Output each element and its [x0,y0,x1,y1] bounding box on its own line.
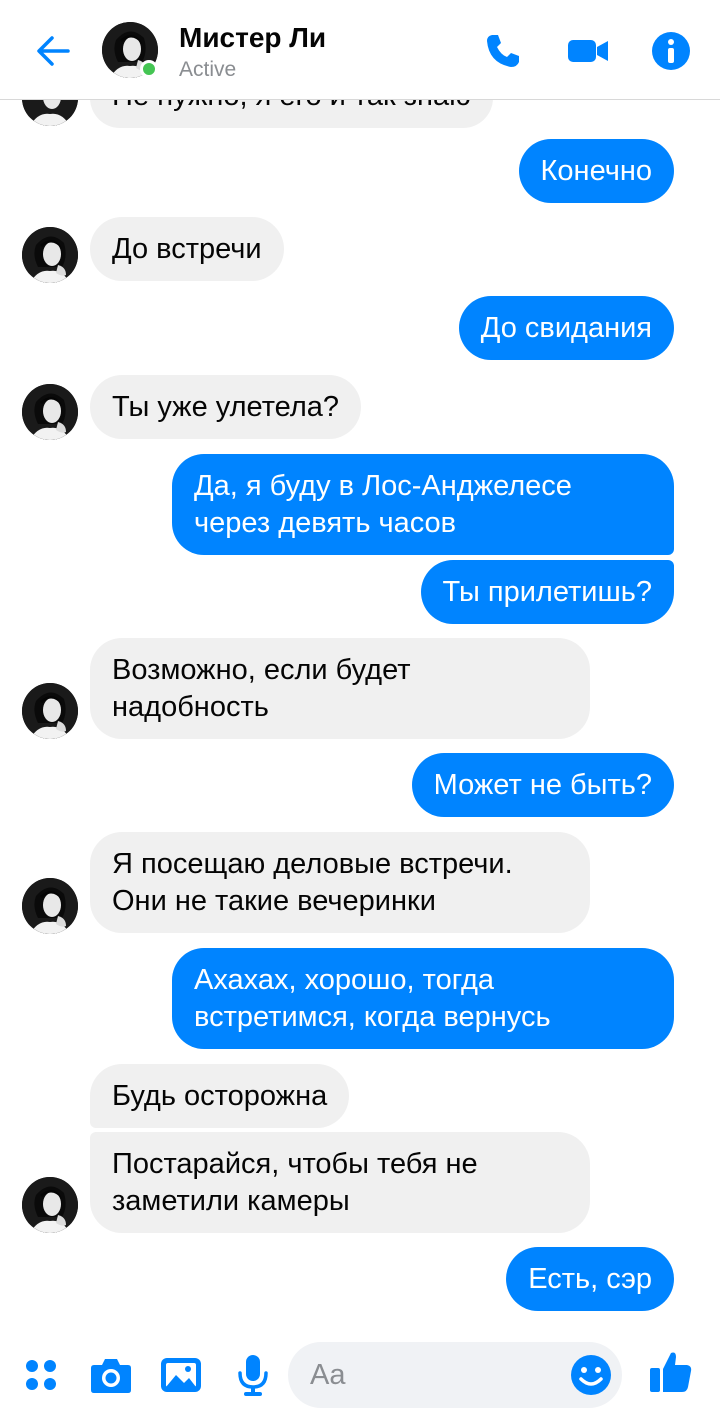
composer-bar [0,1334,720,1414]
contact-avatar-small [22,1177,78,1233]
message-outgoing[interactable]: Ты прилетишь? [420,560,674,624]
message-incoming[interactable]: Будь осторожна [90,1064,350,1128]
four-dots-icon [26,1360,56,1390]
message-incoming[interactable]: Возможно, если будет надобность [90,638,590,739]
chat-header: Мистер Ли Active [0,0,720,100]
back-button[interactable] [30,28,76,74]
thumbs-up-icon [650,1352,692,1392]
voice-message-button[interactable] [230,1352,276,1398]
contact-status: Active [179,58,237,81]
info-button[interactable] [648,28,694,74]
contact-name[interactable]: Мистер Ли [179,22,326,54]
like-button[interactable] [648,1348,694,1394]
image-icon [161,1358,201,1392]
video-camera-icon [568,40,608,62]
camera-icon [91,1359,131,1393]
contact-avatar-small [22,683,78,739]
phone-icon [487,35,519,67]
message-outgoing[interactable]: Может не быть? [411,753,674,817]
microphone-icon [238,1355,268,1396]
gallery-button[interactable] [158,1352,204,1398]
camera-button[interactable] [88,1352,134,1398]
contact-avatar-small [22,384,78,440]
video-call-button[interactable] [565,28,611,74]
emoji-button[interactable] [570,1354,612,1396]
contact-avatar-small [22,878,78,934]
arrow-left-icon [37,36,70,66]
more-actions-button[interactable] [18,1352,64,1398]
call-button[interactable] [480,28,526,74]
message-incoming[interactable]: Постарайся, чтобы тебя не заметили камер… [90,1132,590,1233]
message-outgoing[interactable]: До свидания [458,296,674,360]
message-incoming[interactable]: Ты уже улетела? [90,375,362,439]
message-outgoing[interactable]: Да, я буду в Лос-Анджелесе через девять … [172,454,674,555]
message-incoming[interactable]: До встречи [90,217,284,281]
message-outgoing[interactable]: Есть, сэр [506,1247,674,1311]
message-incoming[interactable]: Я посещаю деловые встречи. Они не такие … [90,832,590,933]
message-outgoing[interactable]: Конечно [518,139,674,203]
online-indicator [140,60,158,78]
smiley-icon [571,1355,611,1395]
info-icon [652,32,690,70]
message-outgoing[interactable]: Ахахах, хорошо, тогда встретимся, когда … [172,948,674,1049]
contact-avatar-small [22,227,78,283]
